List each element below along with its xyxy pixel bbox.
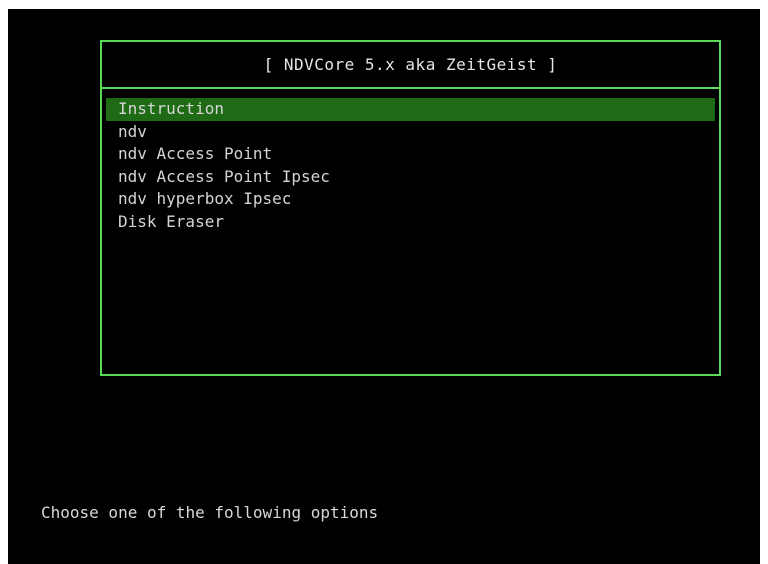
- menu-item-disk-eraser[interactable]: Disk Eraser: [106, 211, 715, 234]
- prompt-text: Choose one of the following options: [41, 503, 379, 522]
- boot-menu: [ NDVCore 5.x aka ZeitGeist ] Instructio…: [100, 40, 721, 376]
- menu-title: [ NDVCore 5.x aka ZeitGeist ]: [102, 42, 719, 89]
- menu-item-ndv[interactable]: ndv: [106, 121, 715, 144]
- boot-screen: [ NDVCore 5.x aka ZeitGeist ] Instructio…: [8, 9, 760, 564]
- menu-list: Instruction ndv ndv Access Point ndv Acc…: [106, 98, 715, 233]
- menu-item-ndv-access-point-ipsec[interactable]: ndv Access Point Ipsec: [106, 166, 715, 189]
- menu-item-instruction[interactable]: Instruction: [106, 98, 715, 121]
- menu-item-ndv-hyperbox-ipsec[interactable]: ndv hyperbox Ipsec: [106, 188, 715, 211]
- menu-item-ndv-access-point[interactable]: ndv Access Point: [106, 143, 715, 166]
